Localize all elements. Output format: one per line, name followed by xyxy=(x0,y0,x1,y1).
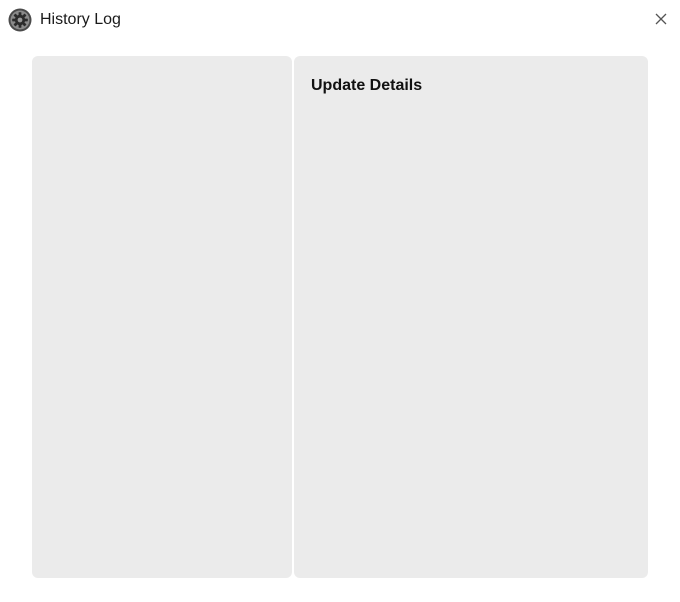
gear-icon xyxy=(8,8,32,32)
update-details-heading: Update Details xyxy=(311,77,423,94)
title-bar: History Log xyxy=(0,0,680,40)
update-details-panel: Update Details xyxy=(294,56,648,578)
history-list-panel[interactable] xyxy=(32,56,292,578)
window-title: History Log xyxy=(40,11,121,28)
close-button[interactable] xyxy=(650,8,672,30)
close-icon xyxy=(655,13,667,25)
